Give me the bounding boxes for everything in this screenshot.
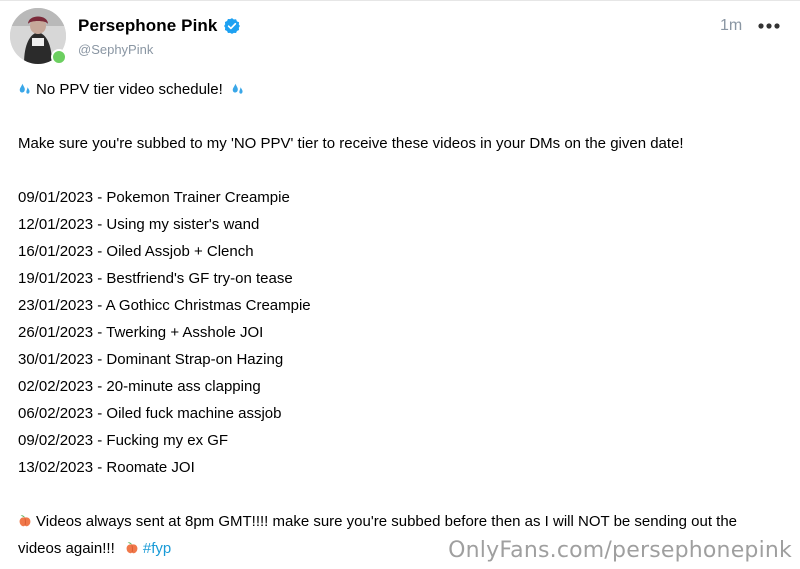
post-footer-text-2: videos again!!! bbox=[18, 540, 115, 557]
peach-icon bbox=[126, 542, 138, 554]
schedule-item: 12/01/2023 - Using my sister's wand bbox=[18, 216, 260, 233]
schedule-item: 02/02/2023 - 20-minute ass clapping bbox=[18, 378, 261, 395]
watermark: OnlyFans.com/persephonepink bbox=[448, 538, 792, 563]
schedule-item: 19/01/2023 - Bestfriend's GF try-on teas… bbox=[18, 270, 293, 287]
schedule-item: 09/02/2023 - Fucking my ex GF bbox=[18, 432, 229, 449]
post-intro: Make sure you're subbed to my 'NO PPV' t… bbox=[18, 135, 684, 152]
online-status-dot bbox=[51, 49, 67, 65]
post-footer-line-1: Videos always sent at 8pm GMT!!!! make s… bbox=[18, 508, 788, 535]
peach-icon bbox=[19, 515, 31, 527]
more-horizontal-icon[interactable] bbox=[758, 18, 780, 34]
post-footer-text: Videos always sent at 8pm GMT!!!! make s… bbox=[36, 513, 738, 530]
schedule-item: 23/01/2023 - A Gothicc Christmas Creampi… bbox=[18, 297, 311, 314]
author-name-row: Persephone Pink bbox=[78, 16, 241, 36]
post-heading-line: No PPV tier video schedule! bbox=[18, 76, 788, 103]
author-handle[interactable]: @SephyPink bbox=[78, 42, 153, 57]
schedule-item: 09/01/2023 - Pokemon Trainer Creampie bbox=[18, 189, 290, 206]
post-card: Persephone Pink @SephyPink 1m No PPV tie… bbox=[0, 0, 800, 569]
schedule-item: 16/01/2023 - Oiled Assjob + Clench bbox=[18, 243, 254, 260]
verified-badge-icon bbox=[223, 17, 241, 35]
schedule-item: 06/02/2023 - Oiled fuck machine assjob bbox=[18, 405, 282, 422]
schedule-item: 30/01/2023 - Dominant Strap-on Hazing bbox=[18, 351, 284, 368]
author-name[interactable]: Persephone Pink bbox=[78, 16, 217, 36]
post-heading: No PPV tier video schedule! bbox=[36, 81, 223, 98]
divider bbox=[0, 0, 800, 1]
author-avatar[interactable] bbox=[10, 8, 67, 65]
post-timestamp: 1m bbox=[720, 17, 743, 34]
schedule-item: 26/01/2023 - Twerking + Asshole JOI bbox=[18, 324, 264, 341]
hashtag-link[interactable]: #fyp bbox=[143, 540, 171, 557]
sweat-droplets-icon bbox=[232, 83, 243, 94]
post-text: No PPV tier video schedule! Make sure yo… bbox=[18, 76, 788, 562]
sweat-droplets-icon bbox=[19, 83, 30, 94]
schedule-item: 13/02/2023 - Roomate JOI bbox=[18, 459, 195, 476]
